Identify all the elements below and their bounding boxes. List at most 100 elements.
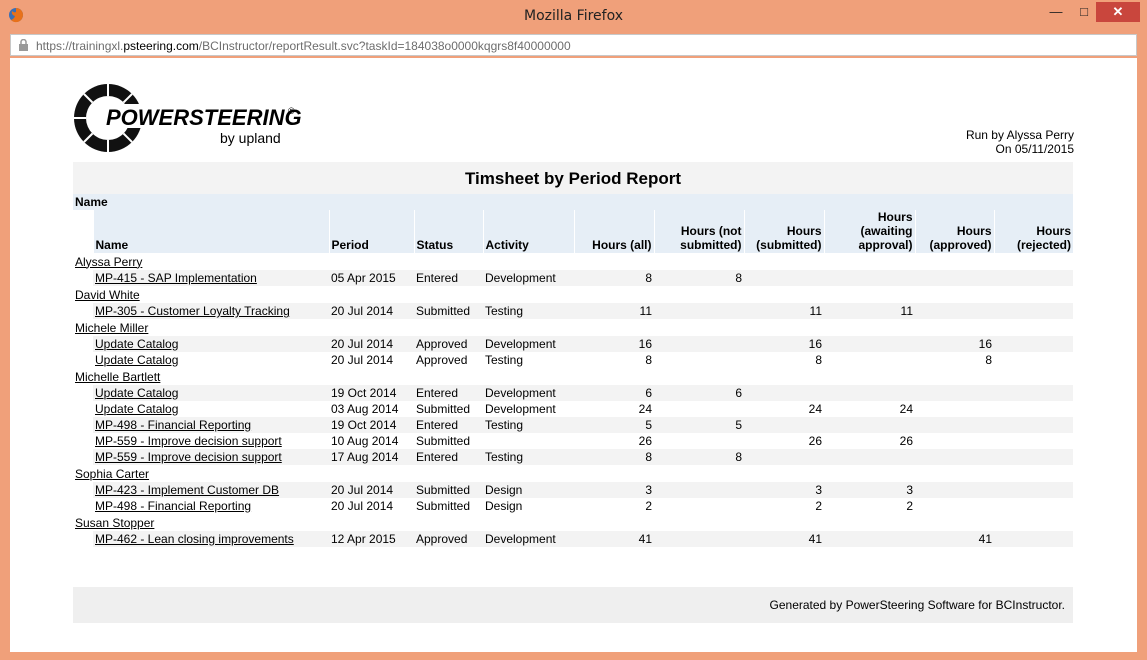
person-link[interactable]: Michele Miller xyxy=(75,321,148,335)
header-period: Period xyxy=(328,210,414,253)
close-button[interactable]: ✕ xyxy=(1096,2,1140,22)
hours-not-submitted-cell xyxy=(654,531,744,547)
url-path: /BCInstructor/reportResult.svc?taskId=18… xyxy=(198,39,571,53)
hours-submitted-cell: 11 xyxy=(744,303,824,319)
task-link[interactable]: MP-415 - SAP Implementation xyxy=(95,271,257,285)
hours-approved-cell xyxy=(915,270,994,286)
hours-all-cell: 2 xyxy=(645,499,652,513)
hours-approved-cell: 16 xyxy=(915,336,994,352)
header-hours-all: Hours (all) xyxy=(573,210,654,253)
task-link[interactable]: Update Catalog xyxy=(95,402,178,416)
hours-awaiting-cell xyxy=(824,352,915,368)
task-link[interactable]: MP-559 - Improve decision support xyxy=(95,450,282,464)
maximize-button[interactable]: □ xyxy=(1070,2,1098,22)
hours-not-submitted-cell: 8 xyxy=(654,449,744,465)
lock-icon xyxy=(19,39,28,51)
hours-awaiting-cell xyxy=(824,449,915,465)
hours-awaiting-cell: 24 xyxy=(899,402,913,416)
period-cell: 20 Jul 2014 xyxy=(331,499,394,513)
activity-cell xyxy=(483,433,574,449)
hours-awaiting-cell: 11 xyxy=(824,303,915,319)
hours-not-submitted-cell xyxy=(654,336,744,352)
address-bar[interactable]: https://trainingxl.psteering.com/BCInstr… xyxy=(10,34,1137,56)
status-cell: Entered xyxy=(414,449,483,465)
table-row: Update Catalog 03 Aug 2014 Submitted Develo… xyxy=(73,401,1073,417)
minimize-button[interactable]: — xyxy=(1042,2,1070,22)
logo-reg-text: ® xyxy=(288,106,295,116)
person-link[interactable]: Sophia Carter xyxy=(75,467,149,481)
hours-approved-cell xyxy=(915,433,994,449)
header-hours-rejected: Hours (rejected) xyxy=(993,210,1073,253)
hours-all-cell: 8 xyxy=(574,270,654,286)
table-row: MP-559 - Improve decision support 17 Aug … xyxy=(73,449,1073,465)
hours-all-cell: 6 xyxy=(574,385,654,401)
task-link[interactable]: Update Catalog xyxy=(95,353,178,367)
header-hours-submitted: Hours (submitted) xyxy=(743,210,824,253)
hours-all-cell: 16 xyxy=(574,336,654,352)
activity-cell: Testing xyxy=(485,353,524,367)
hours-awaiting-cell: 2 xyxy=(906,499,913,513)
period-cell: 20 Jul 2014 xyxy=(329,303,414,319)
hours-approved-cell: 8 xyxy=(985,353,992,367)
table-header-row: Name Period Status Activity Hours (all) … xyxy=(73,210,1073,253)
hours-all-cell: 24 xyxy=(638,402,652,416)
status-cell: Submitted xyxy=(414,303,483,319)
hours-not-submitted-cell xyxy=(654,433,744,449)
table-row: MP-498 - Financial Reporting 20 Jul 2014 S… xyxy=(73,498,1073,514)
table-row: Update Catalog 20 Jul 2014 Approved Testing… xyxy=(73,352,1073,368)
period-cell: 19 Oct 2014 xyxy=(329,385,414,401)
hours-submitted-cell xyxy=(744,270,824,286)
hours-rejected-cell xyxy=(994,498,1073,514)
status-cell: Approved xyxy=(416,353,468,367)
report-title: Timsheet by Period Report xyxy=(73,162,1073,194)
hours-not-submitted-cell: 5 xyxy=(654,417,744,433)
person-link[interactable]: Michelle Bartlett xyxy=(75,370,160,384)
logo-sub-text: by upland xyxy=(220,130,281,146)
activity-cell: Testing xyxy=(483,449,574,465)
task-link[interactable]: MP-559 - Improve decision support xyxy=(95,434,282,448)
hours-rejected-cell xyxy=(994,303,1073,319)
hours-not-submitted-cell: 8 xyxy=(654,270,744,286)
status-cell: Submitted xyxy=(414,482,483,498)
table-row: Update Catalog 19 Oct 2014 Entered Developm… xyxy=(73,385,1073,401)
hours-awaiting-cell xyxy=(824,336,915,352)
task-link[interactable]: MP-462 - Lean closing improvements xyxy=(95,532,294,546)
hours-submitted-cell xyxy=(744,385,824,401)
task-link[interactable]: MP-498 - Financial Reporting xyxy=(95,499,251,513)
task-link[interactable]: Update Catalog xyxy=(95,386,178,400)
period-cell: 12 Apr 2015 xyxy=(329,531,414,547)
task-link[interactable]: MP-498 - Financial Reporting xyxy=(95,418,251,432)
task-link[interactable]: MP-423 - Implement Customer DB xyxy=(95,483,279,497)
activity-cell: Development xyxy=(485,402,556,416)
table-row: MP-462 - Lean closing improvements 12 Apr… xyxy=(73,531,1073,547)
hours-not-submitted-cell: 6 xyxy=(654,385,744,401)
activity-cell: Design xyxy=(485,499,523,513)
hours-not-submitted-cell xyxy=(654,352,744,368)
activity-cell: Design xyxy=(483,482,574,498)
person-row: Alyssa Perry xyxy=(73,253,1073,270)
activity-cell: Development xyxy=(483,270,574,286)
header-name: Name xyxy=(92,210,329,253)
hours-rejected-cell xyxy=(994,417,1073,433)
hours-not-submitted-cell xyxy=(654,482,744,498)
window-title: Mozilla Firefox xyxy=(523,8,624,24)
person-link[interactable]: Alyssa Perry xyxy=(75,255,142,269)
hours-submitted-cell: 8 xyxy=(815,353,822,367)
task-link[interactable]: MP-305 - Customer Loyalty Tracking xyxy=(95,304,290,318)
browser-window: Mozilla Firefox — □ ✕ https://trainingxl… xyxy=(0,0,1147,660)
hours-not-submitted-cell xyxy=(654,498,744,514)
task-link[interactable]: Update Catalog xyxy=(95,337,178,351)
person-link[interactable]: Susan Stopper xyxy=(75,516,154,530)
activity-cell: Testing xyxy=(483,417,574,433)
table-row: MP-559 - Improve decision support 10 Aug … xyxy=(73,433,1073,449)
table-row: MP-423 - Implement Customer DB 20 Jul 201… xyxy=(73,482,1073,498)
title-bar: Mozilla Firefox — □ ✕ xyxy=(0,0,1147,32)
hours-all-cell: 3 xyxy=(574,482,654,498)
report-footer: Generated by PowerSteering Software for … xyxy=(73,587,1073,623)
person-row: David White xyxy=(73,286,1073,303)
person-link[interactable]: David White xyxy=(75,288,140,302)
activity-cell: Development xyxy=(483,336,574,352)
hours-rejected-cell xyxy=(994,352,1073,368)
hours-awaiting-cell xyxy=(824,531,915,547)
status-cell: Submitted xyxy=(416,402,471,416)
